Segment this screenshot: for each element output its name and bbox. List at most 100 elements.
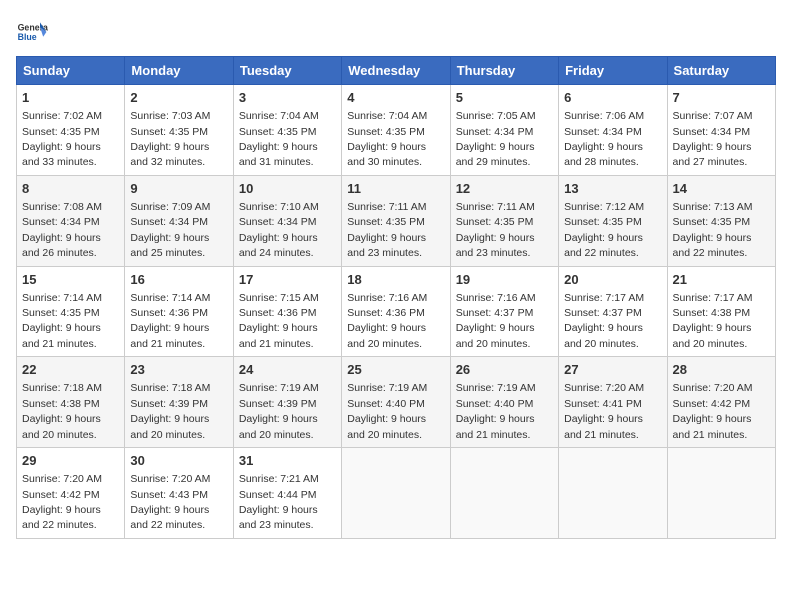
day-number: 2	[130, 89, 227, 107]
calendar-cell	[559, 448, 667, 539]
day-info: Sunrise: 7:19 AMSunset: 4:40 PMDaylight:…	[347, 382, 427, 440]
day-number: 17	[239, 271, 336, 289]
day-info: Sunrise: 7:20 AMSunset: 4:41 PMDaylight:…	[564, 382, 644, 440]
day-info: Sunrise: 7:15 AMSunset: 4:36 PMDaylight:…	[239, 292, 319, 350]
day-number: 6	[564, 89, 661, 107]
day-number: 29	[22, 452, 119, 470]
day-number: 20	[564, 271, 661, 289]
calendar-cell	[667, 448, 775, 539]
day-number: 28	[673, 361, 770, 379]
day-number: 14	[673, 180, 770, 198]
day-number: 7	[673, 89, 770, 107]
calendar-cell: 30Sunrise: 7:20 AMSunset: 4:43 PMDayligh…	[125, 448, 233, 539]
calendar-cell: 27 Sunrise: 7:20 AMSunset: 4:41 PMDayligh…	[559, 357, 667, 448]
calendar-cell: 22 Sunrise: 7:18 AMSunset: 4:38 PMDayligh…	[17, 357, 125, 448]
day-info: Sunrise: 7:03 AMSunset: 4:35 PMDaylight:…	[130, 110, 210, 168]
calendar-cell	[450, 448, 558, 539]
day-number: 11	[347, 180, 444, 198]
header: General Blue	[16, 16, 776, 48]
day-number: 1	[22, 89, 119, 107]
calendar-cell: 8 Sunrise: 7:08 AMSunset: 4:34 PMDaylight…	[17, 175, 125, 266]
day-info: Sunrise: 7:19 AMSunset: 4:40 PMDaylight:…	[456, 382, 536, 440]
day-number: 21	[673, 271, 770, 289]
calendar-cell: 26 Sunrise: 7:19 AMSunset: 4:40 PMDayligh…	[450, 357, 558, 448]
calendar-cell: 25 Sunrise: 7:19 AMSunset: 4:40 PMDayligh…	[342, 357, 450, 448]
calendar-week-3: 15Sunrise: 7:14 AMSunset: 4:35 PMDayligh…	[17, 266, 776, 357]
day-number: 18	[347, 271, 444, 289]
day-number: 16	[130, 271, 227, 289]
calendar-week-1: 1 Sunrise: 7:02 AMSunset: 4:35 PMDaylight…	[17, 85, 776, 176]
calendar-cell: 29 Sunrise: 7:20 AMSunset: 4:42 PMDayligh…	[17, 448, 125, 539]
day-info: Sunrise: 7:12 AMSunset: 4:35 PMDaylight:…	[564, 201, 644, 259]
calendar-cell: 4 Sunrise: 7:04 AMSunset: 4:35 PMDaylight…	[342, 85, 450, 176]
calendar-week-5: 29 Sunrise: 7:20 AMSunset: 4:42 PMDayligh…	[17, 448, 776, 539]
calendar-cell: 14 Sunrise: 7:13 AMSunset: 4:35 PMDayligh…	[667, 175, 775, 266]
day-number: 23	[130, 361, 227, 379]
day-number: 12	[456, 180, 553, 198]
day-info: Sunrise: 7:20 AMSunset: 4:42 PMDaylight:…	[22, 473, 102, 531]
calendar-cell: 1 Sunrise: 7:02 AMSunset: 4:35 PMDaylight…	[17, 85, 125, 176]
calendar-cell: 28 Sunrise: 7:20 AMSunset: 4:42 PMDayligh…	[667, 357, 775, 448]
day-number: 22	[22, 361, 119, 379]
weekday-header-thursday: Thursday	[450, 57, 558, 85]
day-info: Sunrise: 7:19 AMSunset: 4:39 PMDaylight:…	[239, 382, 319, 440]
calendar-week-4: 22 Sunrise: 7:18 AMSunset: 4:38 PMDayligh…	[17, 357, 776, 448]
calendar-cell: 2 Sunrise: 7:03 AMSunset: 4:35 PMDaylight…	[125, 85, 233, 176]
calendar-cell: 10Sunrise: 7:10 AMSunset: 4:34 PMDayligh…	[233, 175, 341, 266]
day-info: Sunrise: 7:10 AMSunset: 4:34 PMDaylight:…	[239, 201, 319, 259]
day-info: Sunrise: 7:05 AMSunset: 4:34 PMDaylight:…	[456, 110, 536, 168]
day-number: 15	[22, 271, 119, 289]
day-info: Sunrise: 7:16 AMSunset: 4:36 PMDaylight:…	[347, 292, 427, 350]
day-number: 24	[239, 361, 336, 379]
calendar-cell: 21 Sunrise: 7:17 AMSunset: 4:38 PMDayligh…	[667, 266, 775, 357]
day-info: Sunrise: 7:08 AMSunset: 4:34 PMDaylight:…	[22, 201, 102, 259]
day-info: Sunrise: 7:16 AMSunset: 4:37 PMDaylight:…	[456, 292, 536, 350]
day-number: 27	[564, 361, 661, 379]
calendar-cell: 3 Sunrise: 7:04 AMSunset: 4:35 PMDaylight…	[233, 85, 341, 176]
calendar-cell: 12 Sunrise: 7:11 AMSunset: 4:35 PMDayligh…	[450, 175, 558, 266]
day-info: Sunrise: 7:20 AMSunset: 4:42 PMDaylight:…	[673, 382, 753, 440]
weekday-header-sunday: Sunday	[17, 57, 125, 85]
day-info: Sunrise: 7:17 AMSunset: 4:38 PMDaylight:…	[673, 292, 753, 350]
calendar-cell: 6Sunrise: 7:06 AMSunset: 4:34 PMDaylight…	[559, 85, 667, 176]
calendar-cell: 17 Sunrise: 7:15 AMSunset: 4:36 PMDayligh…	[233, 266, 341, 357]
calendar-cell: 9 Sunrise: 7:09 AMSunset: 4:34 PMDaylight…	[125, 175, 233, 266]
day-info: Sunrise: 7:09 AMSunset: 4:34 PMDaylight:…	[130, 201, 210, 259]
weekday-header-wednesday: Wednesday	[342, 57, 450, 85]
day-info: Sunrise: 7:02 AMSunset: 4:35 PMDaylight:…	[22, 110, 102, 168]
day-info: Sunrise: 7:18 AMSunset: 4:38 PMDaylight:…	[22, 382, 102, 440]
weekday-header-row: SundayMondayTuesdayWednesdayThursdayFrid…	[17, 57, 776, 85]
day-info: Sunrise: 7:11 AMSunset: 4:35 PMDaylight:…	[456, 201, 535, 259]
calendar-cell: 16 Sunrise: 7:14 AMSunset: 4:36 PMDayligh…	[125, 266, 233, 357]
day-number: 26	[456, 361, 553, 379]
weekday-header-friday: Friday	[559, 57, 667, 85]
day-info: Sunrise: 7:11 AMSunset: 4:35 PMDaylight:…	[347, 201, 426, 259]
calendar-cell: 18 Sunrise: 7:16 AMSunset: 4:36 PMDayligh…	[342, 266, 450, 357]
day-number: 8	[22, 180, 119, 198]
svg-text:Blue: Blue	[18, 32, 37, 42]
day-info: Sunrise: 7:14 AMSunset: 4:36 PMDaylight:…	[130, 292, 210, 350]
day-info: Sunrise: 7:21 AMSunset: 4:44 PMDaylight:…	[239, 473, 319, 531]
weekday-header-saturday: Saturday	[667, 57, 775, 85]
day-info: Sunrise: 7:18 AMSunset: 4:39 PMDaylight:…	[130, 382, 210, 440]
calendar-cell: 20 Sunrise: 7:17 AMSunset: 4:37 PMDayligh…	[559, 266, 667, 357]
calendar-cell: 24 Sunrise: 7:19 AMSunset: 4:39 PMDayligh…	[233, 357, 341, 448]
logo-icon: General Blue	[16, 16, 48, 48]
calendar-week-2: 8 Sunrise: 7:08 AMSunset: 4:34 PMDaylight…	[17, 175, 776, 266]
weekday-header-monday: Monday	[125, 57, 233, 85]
day-number: 25	[347, 361, 444, 379]
day-info: Sunrise: 7:04 AMSunset: 4:35 PMDaylight:…	[239, 110, 319, 168]
day-info: Sunrise: 7:04 AMSunset: 4:35 PMDaylight:…	[347, 110, 427, 168]
day-info: Sunrise: 7:13 AMSunset: 4:35 PMDaylight:…	[673, 201, 753, 259]
day-number: 30	[130, 452, 227, 470]
day-number: 19	[456, 271, 553, 289]
day-info: Sunrise: 7:07 AMSunset: 4:34 PMDaylight:…	[673, 110, 753, 168]
calendar-cell: 15Sunrise: 7:14 AMSunset: 4:35 PMDayligh…	[17, 266, 125, 357]
day-number: 3	[239, 89, 336, 107]
day-number: 9	[130, 180, 227, 198]
day-number: 4	[347, 89, 444, 107]
calendar-cell: 23 Sunrise: 7:18 AMSunset: 4:39 PMDayligh…	[125, 357, 233, 448]
calendar-cell: 31Sunrise: 7:21 AMSunset: 4:44 PMDayligh…	[233, 448, 341, 539]
logo: General Blue	[16, 16, 48, 48]
day-info: Sunrise: 7:17 AMSunset: 4:37 PMDaylight:…	[564, 292, 644, 350]
